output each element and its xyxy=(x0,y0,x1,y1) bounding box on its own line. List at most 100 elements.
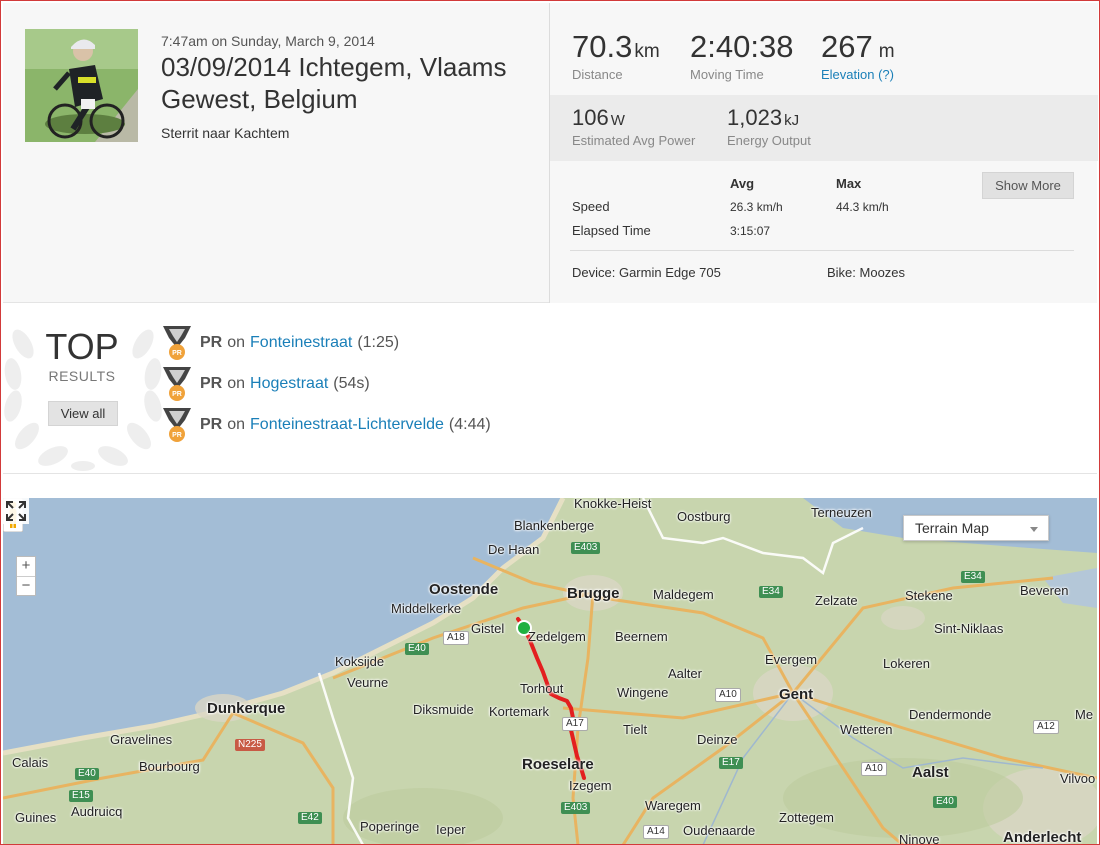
place-label: Aalter xyxy=(668,666,702,681)
power-unit: W xyxy=(610,112,625,129)
pr-item: PR PR on Hogestraat (54s) xyxy=(160,363,491,404)
zoom-in-button[interactable]: + xyxy=(17,557,35,576)
place-label: Maldegem xyxy=(653,587,714,602)
place-label: Guines xyxy=(15,810,57,825)
pr-list: PR PR on Fonteinestraat (1:25) PR PR on … xyxy=(160,322,491,445)
place-label: Calais xyxy=(12,755,49,770)
activity-header: 7:47am on Sunday, March 9, 2014 03/09/20… xyxy=(3,3,1098,303)
road-shield: A18 xyxy=(443,631,469,645)
primary-stats: 70.3 km Distance 2:40:38 Moving Time 267 m… xyxy=(550,3,1098,95)
top-results-title: TOP xyxy=(45,326,119,367)
stats-panel: 70.3 km Distance 2:40:38 Moving Time 267 m… xyxy=(549,3,1098,303)
place-label: Kortemark xyxy=(489,704,549,719)
elevation-unit: m xyxy=(878,41,895,62)
place-label: Middelkerke xyxy=(391,601,462,616)
energy-stat: 1,023 kJ Energy Output xyxy=(727,105,811,148)
elevation-value: 267 xyxy=(821,29,873,64)
segment-link-hogestraat[interactable]: Hogestraat xyxy=(250,375,328,393)
pr-on-text: on xyxy=(227,333,246,351)
max-header: Max xyxy=(836,176,862,191)
place-label: Knokke-Heist xyxy=(574,498,652,511)
pr-tag: PR xyxy=(200,374,223,392)
place-label: Waregem xyxy=(645,798,701,813)
place-label: Oostburg xyxy=(677,509,731,524)
activity-info: 7:47am on Sunday, March 9, 2014 03/09/20… xyxy=(161,33,541,141)
elevation-help-link[interactable]: Elevation (?) xyxy=(821,67,895,82)
map-type-dropdown[interactable]: Terrain Map xyxy=(903,515,1049,541)
place-label: Wetteren xyxy=(840,722,893,737)
secondary-stats: 106 W Estimated Avg Power 1,023 kJ Energy … xyxy=(550,95,1098,161)
power-value: 106 xyxy=(572,105,609,130)
road-shield: E40 xyxy=(405,643,429,655)
view-all-button[interactable]: View all xyxy=(48,401,118,426)
pr-time: (1:25) xyxy=(357,333,400,351)
place-label: Beernem xyxy=(615,629,668,644)
pr-item: PR PR on Fonteinestraat-Lichtervelde (4:… xyxy=(160,404,491,445)
road-shield: E40 xyxy=(75,768,99,780)
place-label: Me xyxy=(1075,707,1094,722)
place-label: Beveren xyxy=(1020,583,1069,598)
activity-description: Sterrit naar Kachtem xyxy=(161,125,290,141)
place-label: Zottegem xyxy=(779,810,834,825)
road-shield: E403 xyxy=(571,542,601,554)
road-shield: A17 xyxy=(562,717,588,731)
road-shield: A10 xyxy=(715,688,741,702)
pr-medal-text: PR xyxy=(172,391,182,398)
energy-value: 1,023 xyxy=(727,105,783,130)
top-results-section: TOP RESULTS View all PR PR on Fonteinest… xyxy=(3,304,1097,474)
place-label: Gravelines xyxy=(110,732,173,747)
pr-medal-icon: PR xyxy=(163,407,191,442)
moving-time-label: Moving Time xyxy=(690,67,764,82)
place-label: Roeselare xyxy=(522,756,594,773)
place-label: Vilvoo xyxy=(1060,771,1096,786)
place-label: Sint-Niklaas xyxy=(934,621,1004,636)
avg-header: Avg xyxy=(730,176,755,191)
pr-medal-text: PR xyxy=(172,350,182,357)
pr-on-text: on xyxy=(227,374,246,392)
place-label: Dunkerque xyxy=(207,700,286,717)
place-label: Zelzate xyxy=(815,593,858,608)
athlete-photo[interactable] xyxy=(25,29,138,142)
segment-link-fonteinestraat-lichtervelde[interactable]: Fonteinestraat-Lichtervelde xyxy=(250,416,444,434)
show-more-button[interactable]: Show More xyxy=(982,172,1074,199)
place-label: Gent xyxy=(779,686,814,703)
road-shield: E34 xyxy=(759,586,783,598)
place-label: Koksijde xyxy=(335,654,385,669)
elapsed-time-label: Elapsed Time xyxy=(572,223,651,238)
place-label: Ieper xyxy=(436,822,466,837)
zoom-control: + − xyxy=(16,556,36,596)
pr-item: PR PR on Fonteinestraat (1:25) xyxy=(160,322,491,363)
pr-tag: PR xyxy=(200,333,223,351)
bike-info[interactable]: Bike: Moozes xyxy=(827,265,905,280)
distance-unit: km xyxy=(634,41,660,62)
energy-unit: kJ xyxy=(784,112,800,129)
road-shield: A14 xyxy=(643,825,669,839)
power-label: Estimated Avg Power xyxy=(572,133,696,148)
pr-time: (4:44) xyxy=(448,415,491,433)
speed-max: 44.3 km/h xyxy=(836,200,889,214)
route-map[interactable]: Knokke-Heist Blankenberge Oostburg Terne… xyxy=(3,498,1097,845)
top-results-subtitle: RESULTS xyxy=(48,368,116,384)
pr-tag: PR xyxy=(200,415,223,433)
place-label: Brugge xyxy=(567,585,620,602)
map-type-value: Terrain Map xyxy=(915,520,989,536)
place-label: Wingene xyxy=(617,685,669,700)
road-shield: E42 xyxy=(298,812,322,824)
segment-link-fonteinestraat[interactable]: Fonteinestraat xyxy=(250,334,352,352)
map-terrain xyxy=(3,498,1097,845)
road-shield: E40 xyxy=(933,796,957,808)
place-label: Gistel xyxy=(471,621,505,636)
distance-value: 70.3 xyxy=(572,29,633,64)
distance-stat: 70.3 km Distance xyxy=(572,29,660,82)
pr-time: (54s) xyxy=(333,374,370,392)
zoom-out-button[interactable]: − xyxy=(17,577,35,596)
fullscreen-icon[interactable] xyxy=(3,498,29,524)
elevation-stat: 267 m Elevation (?) xyxy=(821,29,895,82)
road-shield: A10 xyxy=(861,762,887,776)
place-label: Terneuzen xyxy=(811,505,872,520)
activity-title[interactable]: 03/09/2014 Ichtegem, Vlaams Gewest, Belg… xyxy=(161,51,541,115)
place-label: Izegem xyxy=(569,778,612,793)
place-label: Dendermonde xyxy=(909,707,992,722)
speed-label: Speed xyxy=(572,199,610,214)
place-label: Diksmuide xyxy=(413,702,474,717)
